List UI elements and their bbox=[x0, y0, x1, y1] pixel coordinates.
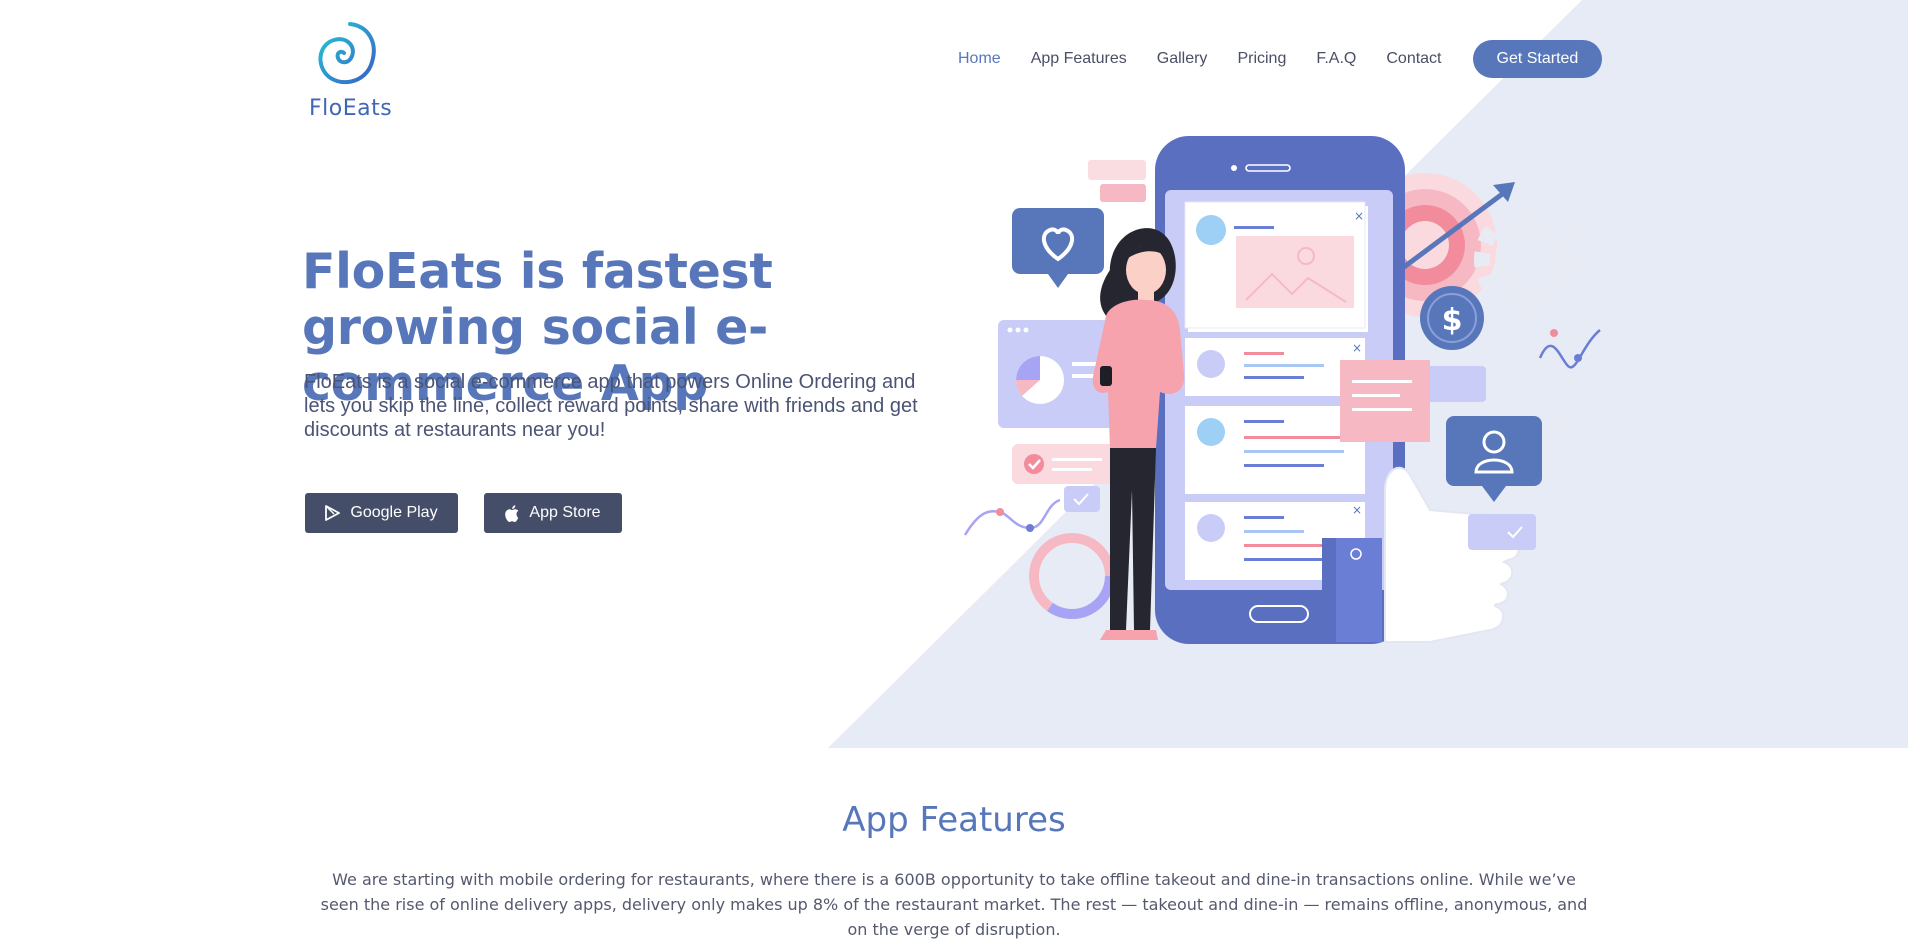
hero-description: FloEats is a social e-commerce app that … bbox=[304, 371, 918, 441]
get-started-button[interactable]: Get Started bbox=[1472, 40, 1603, 78]
heart-icon bbox=[1012, 208, 1104, 288]
app-store-label: App Store bbox=[529, 504, 601, 521]
hero-illustration: $ × × × bbox=[963, 136, 1601, 644]
main-nav: Home App Features Gallery Pricing F.A.Q … bbox=[958, 40, 1603, 78]
svg-text:×: × bbox=[1352, 503, 1362, 517]
nav-gallery[interactable]: Gallery bbox=[1157, 40, 1208, 78]
google-play-button[interactable]: Google Play bbox=[305, 493, 458, 533]
play-store-icon bbox=[325, 505, 341, 521]
spiral-logo-icon bbox=[318, 22, 376, 84]
app-features-title: App Features bbox=[842, 800, 1066, 840]
nav-contact[interactable]: Contact bbox=[1386, 40, 1441, 78]
apple-icon bbox=[505, 504, 519, 522]
hero-background-shape bbox=[828, 0, 1908, 748]
brand-logo[interactable]: FloEats bbox=[308, 12, 392, 121]
thumbs-up-icon bbox=[1384, 466, 1536, 643]
nav-home[interactable]: Home bbox=[958, 40, 1001, 78]
dollar-icon: $ bbox=[1420, 286, 1484, 350]
svg-text:×: × bbox=[1352, 341, 1362, 355]
nav-pricing[interactable]: Pricing bbox=[1237, 40, 1286, 78]
site-header: FloEats Home App Features Gallery Pricin… bbox=[0, 0, 1908, 121]
nav-app-features[interactable]: App Features bbox=[1031, 40, 1127, 78]
google-play-label: Google Play bbox=[350, 504, 438, 521]
nav-faq[interactable]: F.A.Q bbox=[1316, 40, 1356, 78]
brand-name: FloEats bbox=[309, 96, 393, 121]
app-store-button[interactable]: App Store bbox=[484, 493, 622, 533]
app-features-description: We are starting with mobile ordering for… bbox=[320, 870, 1588, 939]
user-icon bbox=[1446, 416, 1542, 502]
svg-text:$: $ bbox=[1442, 303, 1463, 338]
svg-text:×: × bbox=[1354, 209, 1364, 223]
